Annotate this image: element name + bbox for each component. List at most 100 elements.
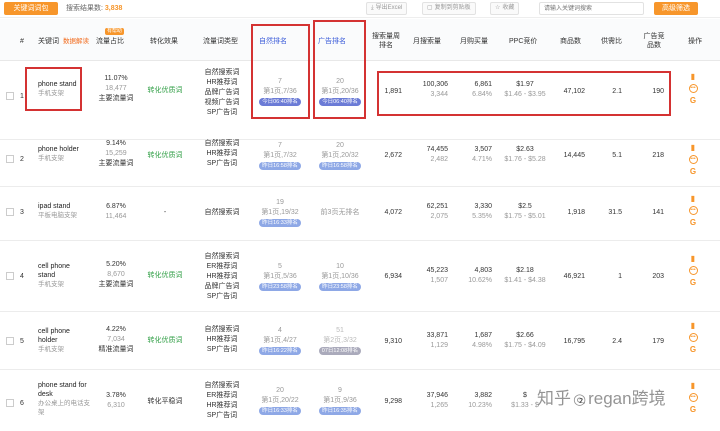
traffic-types-cell: 自然搜索词 HR推荐词 SP广告词	[204, 326, 240, 353]
bar-chart-icon[interactable]: ▮	[689, 72, 698, 81]
toolbar: 关键词词包 搜索结果数: 3,838 ⤓ 导出Excel ▢ 复制到剪贴板 ☆ 收藏 …	[0, 0, 720, 18]
google-icon[interactable]: G	[689, 405, 698, 414]
more-icon[interactable]: •••	[688, 266, 698, 275]
favorite-button[interactable]: ☆ 收藏	[490, 2, 520, 15]
export-excel-button[interactable]: ⤓ 导出Excel	[366, 2, 408, 15]
rank-time-badge: 昨日16:33排名	[259, 219, 301, 227]
annotation-box-keyword	[25, 67, 82, 111]
row-checkbox[interactable]	[6, 208, 14, 216]
traffic-types-cell: 自然搜索词 ER推荐词 HR推荐词 SP广告词	[204, 382, 240, 419]
row-checkbox[interactable]	[6, 92, 14, 100]
more-icon[interactable]: •••	[688, 84, 698, 93]
rank-time-badge: 昨日16:58排名	[319, 162, 361, 170]
traffic-types-cell: 自然搜索词 HR推荐词 品牌广告词 视频广告词 SP广告词	[204, 69, 240, 116]
search-rank-cell: 4,072	[384, 209, 402, 216]
row-ops: ▮ ••• G	[686, 254, 700, 290]
bar-chart-icon[interactable]: ▮	[689, 143, 698, 152]
wechat-icon: ◎	[573, 391, 587, 408]
supply-ratio-cell: 31.5	[608, 209, 622, 216]
keyword-translation: 办公桌上的电话支架	[38, 400, 90, 416]
ppc-cell: $2.5 $1.75 - $5.01	[504, 203, 546, 220]
supply-ratio-cell: 5.1	[612, 152, 622, 159]
natural-rank-cell: 7 第1页,7/32 昨日16:58排名	[251, 141, 309, 171]
keyword-text[interactable]: phone holder	[38, 145, 90, 154]
row-checkbox[interactable]	[6, 272, 14, 280]
download-icon: ⤓	[371, 5, 374, 11]
product-count-cell: 16,795	[563, 338, 585, 345]
copy-clipboard-button[interactable]: ▢ 复制到剪贴板	[422, 2, 476, 15]
row-checkbox[interactable]	[6, 337, 14, 345]
keyword-pack-button[interactable]: 关键词词包	[4, 2, 58, 15]
ad-products-cell: 179	[652, 338, 664, 345]
search-rank-cell: 9,298	[384, 398, 402, 405]
row-ops: ▮ ••• G	[686, 194, 700, 230]
advanced-filter-button[interactable]: 高级筛选	[654, 2, 698, 15]
bar-chart-icon[interactable]: ▮	[689, 194, 698, 203]
row-checkbox[interactable]	[6, 155, 14, 163]
header-traffic-type: 流量词类型	[203, 38, 238, 45]
ad-rank-cell: 20 第1页,20/32 昨日16:58排名	[313, 141, 367, 171]
bar-chart-icon[interactable]: ▮	[689, 321, 698, 330]
header-traffic-share[interactable]: 流量占比	[96, 37, 124, 46]
header-ops: 操作	[688, 38, 702, 45]
google-icon[interactable]: G	[689, 96, 698, 105]
google-icon[interactable]: G	[689, 167, 698, 176]
monthly-purchase-cell: 3,507 4.71%	[472, 146, 492, 163]
header-monthly-purchase[interactable]: 月购买量	[460, 37, 488, 46]
header-search-rank[interactable]: 搜索量周排名	[372, 32, 400, 50]
rank-time-badge: 昨日23:58排名	[319, 283, 361, 291]
keyword-translation: 手机支架	[38, 155, 64, 162]
header-monthly-search[interactable]: 月搜索量	[413, 37, 441, 46]
result-count: 搜索结果数: 3,838	[66, 5, 123, 12]
keyword-text[interactable]: ipad stand	[38, 202, 90, 211]
bar-chart-icon[interactable]: ▮	[689, 254, 698, 263]
search-rank-cell: 9,310	[384, 338, 402, 345]
keyword-cell: ipad stand 平板电脑支架	[38, 202, 90, 220]
ad-rank-cell: 9 第1页,9/36 昨日16:35排名	[313, 386, 367, 416]
keyword-text[interactable]: cell phone holder	[38, 327, 78, 345]
table-row: 2 phone holder 手机支架 9.14% 15,259 主要流量词 转…	[0, 140, 720, 187]
keyword-cell: cell phone holder 手机支架	[38, 327, 78, 354]
keyword-translation: 手机支架	[38, 281, 64, 288]
ppc-cell: $2.66 $1.75 - $4.09	[504, 332, 546, 349]
rank-time-badge: 昨日16:22排名	[259, 347, 301, 355]
keyword-translation: 平板电脑支架	[38, 212, 77, 219]
keyword-search-input[interactable]	[539, 2, 644, 15]
keyword-text[interactable]: cell phone stand	[38, 262, 78, 280]
keyword-cell: phone holder 手机支架	[38, 145, 90, 163]
traffic-types-cell: 自然搜索词 HR推荐词 SP广告词	[204, 140, 240, 167]
keyword-translation: 手机支架	[38, 346, 64, 353]
natural-rank-cell: 19 第1页,19/32 昨日16:33排名	[251, 198, 309, 228]
traffic-share-cell: 9.14% 15,259 主要流量词	[98, 140, 134, 167]
monthly-purchase-cell: 4,803 10.62%	[468, 267, 492, 284]
product-count-cell: 14,445	[563, 152, 585, 159]
conversion-cell: 转化优质词	[147, 272, 183, 279]
search-rank-cell: 2,672	[384, 152, 402, 159]
more-icon[interactable]: •••	[688, 393, 698, 402]
google-icon[interactable]: G	[689, 345, 698, 354]
conversion-cell: 转化优质词	[147, 152, 183, 159]
traffic-share-cell: 4.22% 7,034 精准流量词	[98, 326, 134, 353]
bar-chart-icon[interactable]: ▮	[689, 381, 698, 390]
header-ppc[interactable]: PPC竞价	[509, 37, 537, 46]
google-icon[interactable]: G	[689, 278, 698, 287]
row-ops: ▮ ••• G	[686, 143, 700, 179]
keyword-text[interactable]: phone stand for desk	[38, 381, 94, 399]
watermark: 知乎 ◎ regan跨境	[537, 389, 666, 408]
more-icon[interactable]: •••	[688, 155, 698, 164]
annotation-box-natural-rank	[251, 24, 310, 119]
natural-rank-cell: 5 第1页,5/36 昨日23:58排名	[251, 262, 309, 292]
annotation-box-ad-rank	[313, 20, 366, 119]
header-ad-products[interactable]: 广告竞品数	[641, 32, 667, 50]
header-product-count[interactable]: 商品数	[560, 37, 581, 46]
monthly-search-cell: 74,455 2,482	[426, 146, 448, 163]
more-icon[interactable]: •••	[688, 333, 698, 342]
ppc-cell: $2.18 $1.41 - $4.38	[504, 267, 546, 284]
table-row: 3 ipad stand 平板电脑支架 6.87% 11,464 - 自然搜索词…	[0, 188, 720, 241]
more-icon[interactable]: •••	[688, 206, 698, 215]
google-icon[interactable]: G	[689, 218, 698, 227]
row-checkbox[interactable]	[6, 399, 14, 407]
header-keyword-tag[interactable]: 数据解读	[63, 37, 89, 46]
header-supply-ratio[interactable]: 供需比	[601, 37, 622, 46]
natural-rank-cell: 20 第1页,20/22 昨日16:33排名	[251, 386, 309, 416]
